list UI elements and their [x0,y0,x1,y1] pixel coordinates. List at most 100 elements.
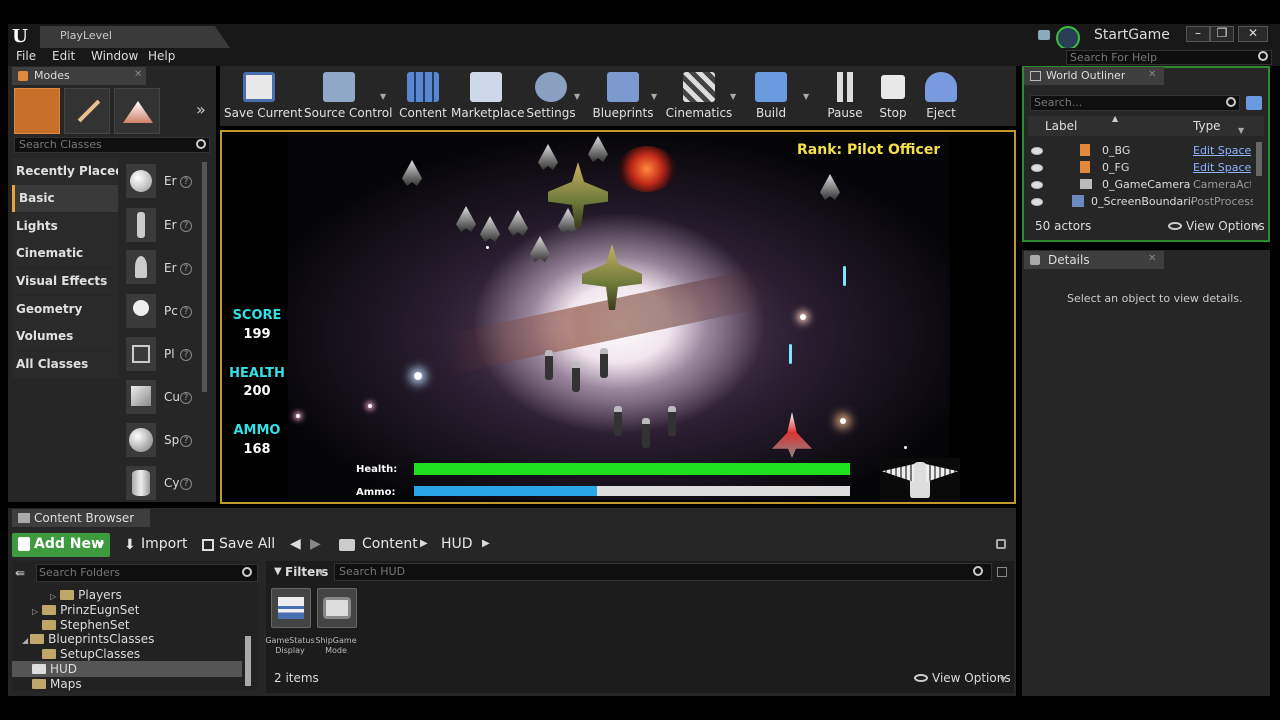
landscape-mode-icon[interactable] [114,88,160,134]
point-light-icon[interactable] [126,294,156,328]
marketplace-button[interactable]: Marketplace [451,72,525,122]
paint-mode-icon[interactable] [64,88,110,134]
modes-scrollbar[interactable] [202,162,207,392]
folder-setupclasses[interactable]: SetupClasses [42,647,140,661]
help-icon[interactable]: ? [180,435,192,447]
empty-actor-icon[interactable] [126,164,156,198]
outliner-row[interactable]: 0_FG Edit Space, [1028,159,1252,176]
outliner-row[interactable]: 0_BG Edit Space, [1028,142,1252,159]
column-type-header[interactable]: Type [1193,119,1221,133]
category-lights[interactable]: Lights [12,213,118,240]
back-arrow-icon[interactable]: ◀ [290,536,301,552]
sphere-icon[interactable] [126,423,156,457]
more-modes-chevron-icon[interactable]: » [196,100,206,119]
settings-dropdown-icon[interactable]: ▼ [574,92,580,101]
help-icon[interactable]: ? [180,306,192,318]
help-icon[interactable]: ? [180,176,192,188]
visibility-eye-icon[interactable] [1031,164,1043,172]
source-control-status-icon[interactable] [1056,26,1080,50]
help-icon[interactable]: ? [180,220,192,232]
folder-maps[interactable]: Maps [32,677,82,691]
details-tab[interactable]: Details ✕ [1024,251,1164,269]
outliner-row[interactable]: 0_GameCamera CameraActo [1028,176,1252,193]
add-folder-icon[interactable] [1246,96,1262,110]
menu-file[interactable]: File [16,49,36,63]
folder-hud[interactable]: HUD [32,662,77,676]
add-new-button[interactable]: Add New ▼ [12,533,110,557]
outliner-view-options[interactable]: View Options [1186,219,1265,233]
category-visual-effects[interactable]: Visual Effects [12,268,118,295]
eject-button[interactable]: Eject [906,72,976,122]
asset-gamestatus-display[interactable] [271,588,311,628]
blueprints-dropdown-icon[interactable]: ▼ [651,92,657,101]
folder-players[interactable]: ▷ Players [50,588,122,602]
save-all-button[interactable]: Save All [219,536,275,552]
help-icon[interactable]: ? [180,478,192,490]
help-search-input[interactable]: Search For Help [1066,50,1272,65]
save-current-button[interactable]: Save Current [224,72,302,122]
view-options-dropdown-icon[interactable]: ▼ [1000,675,1006,684]
modes-tab-close-icon[interactable]: ✕ [134,69,142,80]
folder-stephenset[interactable]: StephenSet [42,618,130,632]
build-button[interactable]: Build [736,72,806,122]
column-label-header[interactable]: Label [1045,119,1077,133]
menu-window[interactable]: Window [91,49,138,63]
category-all-classes[interactable]: All Classes [12,351,118,378]
place-mode-icon[interactable] [14,88,60,134]
outliner-scrollbar[interactable] [1256,142,1262,176]
forward-arrow-icon[interactable]: ▶ [310,536,321,552]
search-hud-input[interactable]: Search HUD [334,563,992,581]
category-recently-placed[interactable]: Recently Placed [12,158,118,185]
actor-type-link[interactable]: Edit Space, [1193,144,1251,157]
category-volumes[interactable]: Volumes [12,323,118,350]
import-button[interactable]: Import [141,536,187,552]
visibility-eye-icon[interactable] [1031,198,1043,206]
content-browser-tab[interactable]: Content Browser [12,509,150,527]
visibility-eye-icon[interactable] [1031,181,1043,189]
breadcrumb-chevron-icon[interactable]: ▶ [420,538,428,549]
unreal-logo-icon[interactable]: U [8,26,32,48]
player-start-icon[interactable] [126,337,156,371]
source-control-button[interactable]: Source Control [304,72,392,122]
outliner-tab-close-icon[interactable]: ✕ [1148,69,1156,80]
level-tab[interactable]: PlayLevel [40,26,230,48]
lock-icon[interactable] [996,539,1006,549]
menu-help[interactable]: Help [148,49,175,63]
help-icon[interactable]: ? [180,392,192,404]
category-geometry[interactable]: Geometry [12,296,118,323]
collapse-sources-icon[interactable]: ⇚ [15,566,25,580]
save-search-icon[interactable] [997,567,1007,577]
cube-icon[interactable] [126,380,156,414]
build-dropdown-icon[interactable]: ▼ [803,92,809,101]
world-outliner-tab[interactable]: World Outliner ✕ [1024,67,1164,85]
minimize-button[interactable]: – [1186,26,1210,42]
menu-edit[interactable]: Edit [52,49,75,63]
maximize-button[interactable]: ❐ [1210,26,1234,42]
breadcrumb-hud[interactable]: HUD [441,536,473,552]
category-cinematic[interactable]: Cinematic [12,240,118,267]
filters-dropdown-icon[interactable]: ▼ [318,568,324,577]
folder-blueprintsclasses[interactable]: ◢ BlueprintsClasses [22,632,154,646]
source-control-dropdown-icon[interactable]: ▼ [380,92,386,101]
help-icon[interactable]: ? [180,263,192,275]
empty-pawn-icon[interactable] [126,250,156,284]
cylinder-icon[interactable] [126,466,156,500]
help-icon[interactable]: ? [180,349,192,361]
content-button[interactable]: Content [388,72,458,122]
breadcrumb-content[interactable]: Content [362,536,418,552]
cinematics-button[interactable]: Cinematics [664,72,734,122]
category-basic[interactable]: Basic [12,185,118,212]
modes-tab[interactable]: Modes ✕ [12,67,146,85]
content-view-options[interactable]: View Options [932,671,1011,685]
type-dropdown-icon[interactable]: ▼ [1238,126,1244,135]
details-tab-close-icon[interactable]: ✕ [1148,253,1156,264]
empty-character-icon[interactable] [126,208,156,242]
chat-icon[interactable] [1038,30,1050,40]
visibility-eye-icon[interactable] [1031,147,1043,155]
blueprints-button[interactable]: Blueprints [588,72,658,122]
folder-prinzeugnset[interactable]: ▷ PrinzEugnSet [32,603,139,617]
outliner-search-input[interactable]: Search... [1030,95,1240,111]
close-button[interactable]: ✕ [1238,26,1268,42]
search-classes-input[interactable]: Search Classes [14,137,210,153]
outliner-row[interactable]: 0_ScreenBoundaries PostProcess [1028,193,1253,210]
